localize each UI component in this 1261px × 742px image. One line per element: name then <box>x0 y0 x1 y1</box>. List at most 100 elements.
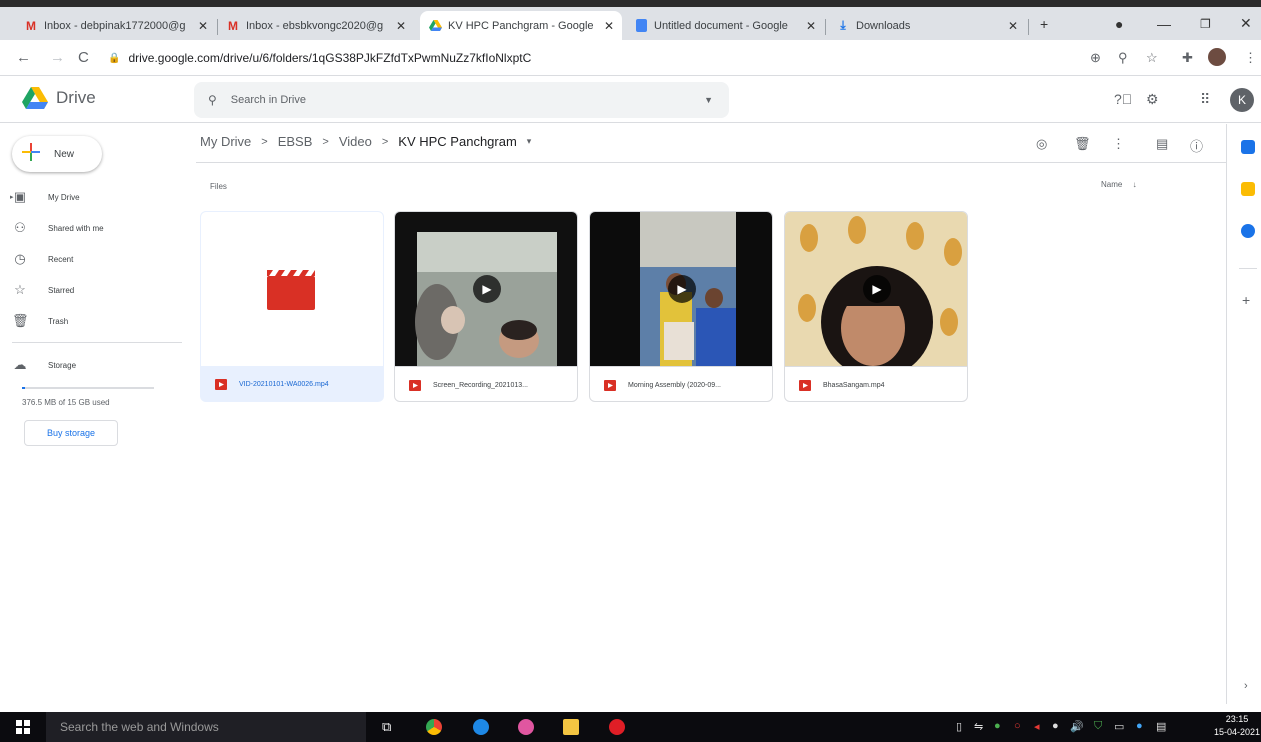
tray-opera-icon[interactable]: ○ <box>1014 720 1021 732</box>
drive-search-input[interactable]: ⚲ Search in Drive ▼ <box>194 82 729 118</box>
arrow-down-icon: ↓ <box>1132 180 1137 189</box>
chrome-menu-icon[interactable]: ⋮ <box>1244 50 1257 66</box>
expand-panel-icon[interactable]: › <box>1244 680 1248 692</box>
chevron-down-icon[interactable]: ▾ <box>527 136 532 147</box>
delete-icon[interactable]: 🗑 <box>1074 136 1091 152</box>
tray-bluetooth-icon[interactable]: ● <box>1136 720 1143 732</box>
sidebar-item-trash[interactable]: 🗑 Trash <box>12 309 68 333</box>
tab-drive-active[interactable]: KV HPC Panchgram - Google ✕ <box>420 11 622 40</box>
new-button[interactable]: New <box>12 136 102 172</box>
play-icon[interactable]: ▶ <box>473 275 501 303</box>
tray-shield-icon[interactable]: ⛉ <box>1094 720 1102 733</box>
settings-gear-icon[interactable]: ⚙ <box>1146 91 1159 108</box>
drive-logo-icon <box>22 87 48 109</box>
windows-start-icon[interactable] <box>16 720 30 739</box>
task-view-icon[interactable]: ⧉ <box>382 719 391 735</box>
opera-app-icon[interactable] <box>609 719 625 735</box>
file-card[interactable]: ▶ Morning Assembly (2020-09... <box>589 211 773 402</box>
expand-arrow-icon[interactable]: ▸ <box>10 193 14 201</box>
breadcrumb-my-drive[interactable]: My Drive <box>200 134 251 149</box>
close-icon[interactable]: ✕ <box>1008 19 1018 33</box>
sidebar-item-recent[interactable]: ◷ Recent <box>12 247 73 271</box>
tasks-icon[interactable] <box>1241 224 1255 238</box>
list-view-icon[interactable]: ▤ <box>1156 136 1168 152</box>
url-field[interactable]: 🔒 drive.google.com/drive/u/6/folders/1qG… <box>108 44 1068 72</box>
tray-usb-icon[interactable]: ▯ <box>956 720 962 733</box>
calendar-icon[interactable] <box>1241 140 1255 154</box>
media-app-icon[interactable] <box>518 719 534 735</box>
storage-progress-fill <box>22 387 26 389</box>
help-icon[interactable]: ?⃝ <box>1114 91 1132 107</box>
tray-chrome-icon[interactable]: ● <box>1052 720 1059 732</box>
tray-volume-icon[interactable]: 🔊 <box>1070 720 1084 733</box>
reload-icon[interactable]: C <box>78 49 89 66</box>
gmail-icon: M <box>228 18 238 33</box>
account-avatar[interactable]: K <box>1230 88 1254 112</box>
zoom-icon[interactable]: ⚲ <box>1118 50 1128 66</box>
chrome-app-icon[interactable] <box>426 719 442 735</box>
new-button-label: New <box>54 148 75 160</box>
keep-icon[interactable] <box>1241 182 1255 196</box>
address-bar: ← → C 🔒 drive.google.com/drive/u/6/folde… <box>0 40 1261 76</box>
info-icon[interactable]: ⓘ <box>1190 136 1203 155</box>
play-icon[interactable]: ▶ <box>668 275 696 303</box>
window-close-icon[interactable]: ✕ <box>1240 7 1252 40</box>
sidebar-item-shared[interactable]: ⚇ Shared with me <box>12 216 103 240</box>
sidebar-item-storage[interactable]: ☁ Storage <box>12 353 77 377</box>
taskbar-clock[interactable]: 23:15 15-04-2021 <box>1214 713 1260 739</box>
tab-docs[interactable]: Untitled document - Google ✕ <box>626 11 824 40</box>
bookmark-star-icon[interactable]: ☆ <box>1146 50 1158 66</box>
tray-arrow-icon[interactable]: ◂ <box>1034 720 1040 733</box>
file-explorer-icon[interactable] <box>563 719 579 735</box>
tab-downloads[interactable]: ⤓ Downloads ✕ <box>828 11 1026 40</box>
buy-storage-button[interactable]: Buy storage <box>24 420 118 446</box>
clock-date: 15-04-2021 <box>1214 727 1261 737</box>
tab-gmail-1[interactable]: M Inbox - debpinak1772000@g ✕ <box>16 11 216 40</box>
breadcrumb-ebsb[interactable]: EBSB <box>278 134 313 149</box>
install-icon[interactable]: ⊕ <box>1090 50 1101 66</box>
tab-title: Inbox - debpinak1772000@g <box>44 19 186 32</box>
toolbar-divider <box>196 162 1226 163</box>
close-icon[interactable]: ✕ <box>396 19 406 33</box>
search-options-icon[interactable]: ▼ <box>704 95 713 105</box>
file-card[interactable]: ▶ BhasaSangam.mp4 <box>784 211 968 402</box>
tray-notification-icon[interactable]: ▤ <box>1156 720 1166 733</box>
taskbar-search-input[interactable]: Search the web and Windows <box>46 712 366 742</box>
extensions-icon[interactable]: ✚ <box>1182 50 1193 66</box>
apps-grid-icon[interactable]: ⠿ <box>1200 91 1210 108</box>
add-addon-icon[interactable]: + <box>1242 292 1250 308</box>
breadcrumb-video[interactable]: Video <box>339 134 372 149</box>
forward-icon[interactable]: → <box>50 49 65 66</box>
tray-app-icon[interactable]: ● <box>994 720 1001 732</box>
file-card[interactable]: VID-20210101-WA0026.mp4 <box>200 211 384 402</box>
sidebar-item-label: Trash <box>48 316 69 326</box>
my-drive-icon: ▣ <box>13 189 27 204</box>
file-card[interactable]: ▶ Screen_Recording_2021013... <box>394 211 578 402</box>
tab-title: Downloads <box>856 19 911 32</box>
sort-by-name[interactable]: Name ↓ <box>1101 180 1137 189</box>
preview-eye-icon[interactable]: ◎ <box>1036 136 1047 152</box>
breadcrumb: My Drive > EBSB > Video > KV HPC Panchgr… <box>200 134 541 149</box>
back-icon[interactable]: ← <box>16 49 31 66</box>
new-tab-button[interactable]: + <box>1040 7 1048 40</box>
tab-gmail-2[interactable]: M Inbox - ebsbkvongc2020@g ✕ <box>218 11 414 40</box>
profile-dot-icon[interactable]: ● <box>1115 7 1123 40</box>
sidebar-item-starred[interactable]: ☆ Starred <box>12 278 74 302</box>
breadcrumb-current-folder[interactable]: KV HPC Panchgram <box>398 134 517 149</box>
profile-avatar-icon[interactable] <box>1208 48 1226 66</box>
tray-network-icon[interactable]: ⇋ <box>974 720 983 733</box>
tray-display-icon[interactable]: ▭ <box>1114 720 1124 733</box>
drive-logo[interactable]: Drive <box>22 87 96 109</box>
minimize-icon[interactable]: — <box>1157 7 1171 40</box>
close-icon[interactable]: ✕ <box>198 19 208 33</box>
file-meta: BhasaSangam.mp4 <box>785 366 967 401</box>
close-icon[interactable]: ✕ <box>806 19 816 33</box>
edge-app-icon[interactable] <box>473 719 489 735</box>
sidebar-item-my-drive[interactable]: ▸ ▣ My Drive <box>10 185 80 209</box>
restore-icon[interactable]: ❐ <box>1200 7 1211 40</box>
more-actions-icon[interactable]: ⋮ <box>1112 136 1125 152</box>
chevron-right-icon: > <box>381 135 389 148</box>
close-icon[interactable]: ✕ <box>604 19 614 33</box>
drive-icon <box>428 20 442 32</box>
play-icon[interactable]: ▶ <box>863 275 891 303</box>
